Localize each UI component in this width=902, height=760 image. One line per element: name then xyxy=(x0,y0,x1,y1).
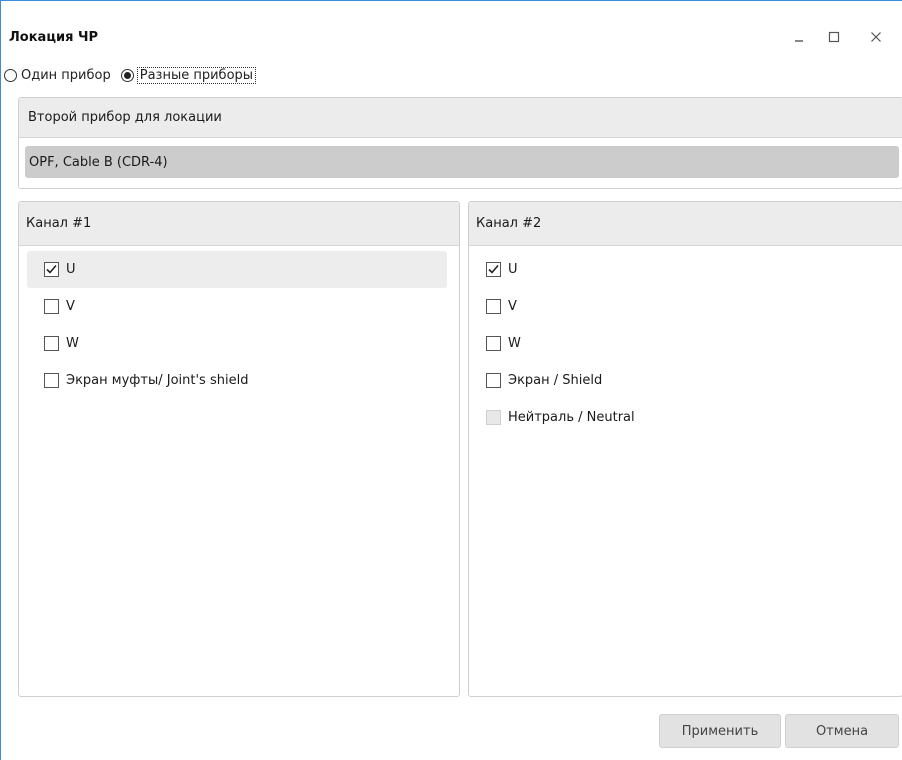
maximize-icon xyxy=(828,31,840,43)
channel-2-item-label: W xyxy=(508,336,521,351)
checkmark-icon xyxy=(488,264,499,274)
channel-1-item-label: Экран муфты/ Joint's shield xyxy=(66,373,249,388)
channel-2-header: Канал #2 xyxy=(469,202,902,246)
channel-2-item-label: U xyxy=(508,262,518,277)
channel-1-list: U V W Экран муфты/ Joint's shield xyxy=(19,246,459,399)
radio-single-device-label[interactable]: Один прибор xyxy=(21,68,111,83)
minimize-button[interactable] xyxy=(789,27,809,47)
channel-1-panel: Канал #1 U V W Экран муфты/ Joint's shie… xyxy=(18,201,460,697)
channel-2-item-neutral: Нейтраль / Neutral xyxy=(469,399,890,436)
second-device-header: Второй прибор для локации xyxy=(19,98,902,138)
radio-single-device[interactable] xyxy=(4,68,17,82)
channel-2-item-label: Экран / Shield xyxy=(508,373,603,388)
channel-2-item-label: V xyxy=(508,299,517,314)
maximize-button[interactable] xyxy=(824,27,844,47)
second-device-select[interactable]: OPF, Cable B (CDR-4) xyxy=(25,146,899,178)
radio-selected-dot xyxy=(123,71,131,79)
checkbox-unchecked[interactable] xyxy=(486,299,501,314)
channel-2-item-v[interactable]: V xyxy=(469,288,890,325)
channel-1-item-label: V xyxy=(66,299,75,314)
checkbox-disabled xyxy=(486,410,501,425)
channel-1-item-w[interactable]: W xyxy=(27,325,447,362)
close-icon xyxy=(871,32,881,42)
channel-2-item-w[interactable]: W xyxy=(469,325,890,362)
apply-button[interactable]: Применить xyxy=(659,714,781,748)
checkbox-unchecked[interactable] xyxy=(44,373,59,388)
channel-1-item-label: U xyxy=(66,262,76,277)
channel-2-item-u[interactable]: U xyxy=(469,251,890,288)
radio-different-devices-label[interactable]: Разные приборы xyxy=(136,66,257,84)
channel-1-item-u[interactable]: U xyxy=(27,251,447,288)
checkbox-checked[interactable] xyxy=(486,262,501,277)
second-device-panel: Второй прибор для локации OPF, Cable B (… xyxy=(18,97,902,189)
checkmark-icon xyxy=(46,264,57,274)
checkbox-unchecked[interactable] xyxy=(44,299,59,314)
channel-2-item-label: Нейтраль / Neutral xyxy=(508,410,635,425)
channel-1-header: Канал #1 xyxy=(19,202,459,246)
checkbox-unchecked[interactable] xyxy=(44,336,59,351)
checkbox-checked[interactable] xyxy=(44,262,59,277)
mode-selector: Один прибор Разные приборы xyxy=(4,65,261,85)
cancel-button[interactable]: Отмена xyxy=(785,714,899,748)
radio-different-devices[interactable] xyxy=(120,68,134,82)
channel-1-item-joint-shield[interactable]: Экран муфты/ Joint's shield xyxy=(27,362,447,399)
channel-1-item-v[interactable]: V xyxy=(27,288,447,325)
close-button[interactable] xyxy=(866,27,886,47)
checkbox-unchecked[interactable] xyxy=(486,373,501,388)
channel-2-list: U V W Экран / Shield Нейтраль / Neutral xyxy=(469,246,902,436)
minimize-icon xyxy=(795,40,803,42)
checkbox-unchecked[interactable] xyxy=(486,336,501,351)
channel-2-panel: Канал #2 U V W Экран / Shield Нейтраль /… xyxy=(468,201,902,697)
channel-1-item-label: W xyxy=(66,336,79,351)
window-title: Локация ЧР xyxy=(9,30,98,45)
channel-2-item-shield[interactable]: Экран / Shield xyxy=(469,362,890,399)
dialog-window: Локация ЧР Один прибор Разные приборы Вт… xyxy=(0,0,902,760)
